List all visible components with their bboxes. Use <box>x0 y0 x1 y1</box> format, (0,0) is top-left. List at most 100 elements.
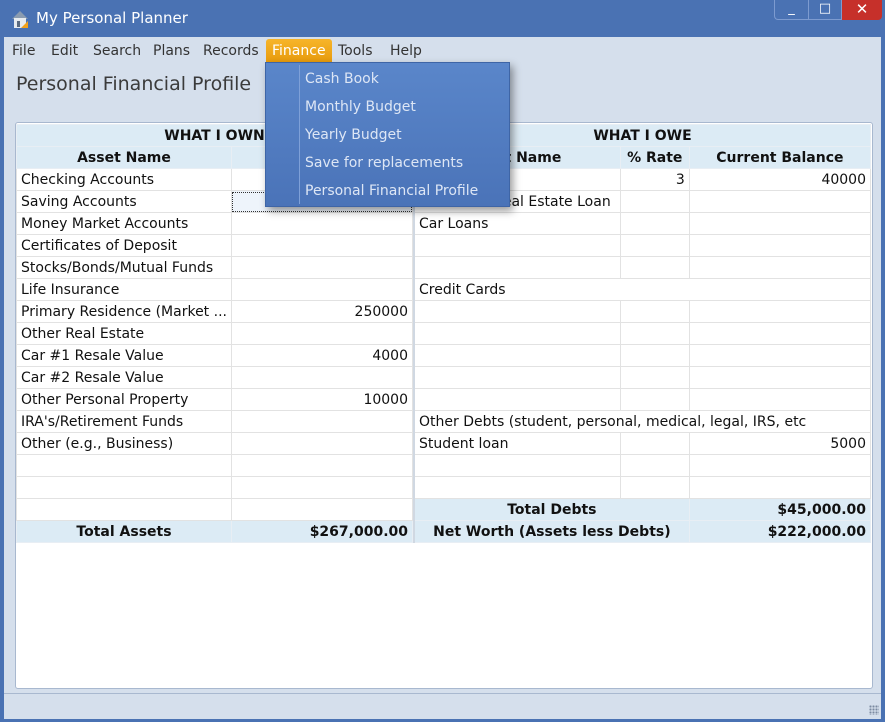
debt-balance-cell[interactable] <box>688 212 872 235</box>
menu-item-monthly-budget[interactable]: Monthly Budget <box>305 93 416 121</box>
status-bar <box>4 693 881 719</box>
menu-records[interactable]: Records <box>197 39 265 63</box>
asset-row: Car #1 Resale Value 4000 <box>16 344 414 367</box>
close-button[interactable]: ✕ <box>842 0 882 20</box>
menu-plans[interactable]: Plans <box>147 39 196 63</box>
debt-name-cell[interactable]: Car Loans <box>413 212 621 235</box>
asset-value-cell[interactable] <box>230 212 414 235</box>
menu-help[interactable]: Help <box>384 39 428 63</box>
resize-grip-icon[interactable] <box>869 705 879 715</box>
asset-value-cell[interactable] <box>230 498 414 521</box>
asset-row: Car #2 Resale Value <box>16 366 414 389</box>
asset-name-cell[interactable]: Car #2 Resale Value <box>16 366 232 389</box>
debt-rate-cell[interactable] <box>619 366 690 389</box>
asset-value-cell[interactable] <box>230 410 414 433</box>
asset-value-cell[interactable] <box>230 234 414 257</box>
debt-row <box>413 454 872 477</box>
debt-row <box>413 366 872 389</box>
debt-balance-cell[interactable]: 40000 <box>688 168 872 191</box>
debt-rate-cell[interactable] <box>619 256 690 279</box>
debt-balance-cell[interactable] <box>688 344 872 367</box>
asset-name-cell[interactable]: Car #1 Resale Value <box>16 344 232 367</box>
debt-rate-cell[interactable] <box>619 190 690 213</box>
debt-balance-cell[interactable] <box>688 454 872 477</box>
asset-value-cell[interactable]: 4000 <box>230 344 414 367</box>
asset-name-cell[interactable]: Stocks/Bonds/Mutual Funds <box>16 256 232 279</box>
debt-rate-cell[interactable]: 3 <box>619 168 690 191</box>
asset-value-cell[interactable] <box>230 322 414 345</box>
menu-tools[interactable]: Tools <box>332 39 379 63</box>
page-title: Personal Financial Profile <box>16 73 252 95</box>
debt-rate-cell[interactable] <box>619 388 690 411</box>
minimize-button[interactable]: _ <box>774 0 809 20</box>
asset-value-cell[interactable] <box>230 278 414 301</box>
asset-row <box>16 476 414 499</box>
asset-name-cell[interactable]: Primary Residence (Market ... <box>16 300 232 323</box>
menu-edit[interactable]: Edit <box>45 39 84 63</box>
debt-rate-cell[interactable] <box>619 234 690 257</box>
asset-name-cell[interactable]: Other Personal Property <box>16 388 232 411</box>
debt-row <box>413 300 872 323</box>
asset-row <box>16 498 414 521</box>
debt-name-cell[interactable] <box>413 256 621 279</box>
asset-value-cell[interactable]: 10000 <box>230 388 414 411</box>
debt-name-cell[interactable] <box>413 300 621 323</box>
asset-value-cell[interactable]: 250000 <box>230 300 414 323</box>
asset-name-cell[interactable]: Certificates of Deposit <box>16 234 232 257</box>
debt-rate-cell[interactable] <box>619 300 690 323</box>
menu-item-personal-financial-profile[interactable]: Personal Financial Profile <box>305 177 478 205</box>
menu-item-save-for-replacements[interactable]: Save for replacements <box>305 149 463 177</box>
debt-balance-cell[interactable] <box>688 234 872 257</box>
debt-name-cell[interactable]: Student loan <box>413 432 621 455</box>
asset-value-cell[interactable] <box>230 366 414 389</box>
debt-balance-cell[interactable] <box>688 190 872 213</box>
debt-name-cell[interactable] <box>413 344 621 367</box>
debt-name-cell[interactable] <box>413 366 621 389</box>
asset-value-cell[interactable] <box>230 432 414 455</box>
debt-rate-cell[interactable] <box>619 344 690 367</box>
window-title: My Personal Planner <box>36 9 188 27</box>
asset-row <box>16 454 414 477</box>
asset-name-cell[interactable]: Life Insurance <box>16 278 232 301</box>
debt-name-cell[interactable] <box>413 322 621 345</box>
asset-name-cell[interactable]: Saving Accounts <box>16 190 232 213</box>
asset-value-cell[interactable] <box>230 476 414 499</box>
debt-rate-cell[interactable] <box>619 432 690 455</box>
debt-rate-cell[interactable] <box>619 322 690 345</box>
debt-balance-cell[interactable] <box>688 322 872 345</box>
maximize-button[interactable]: □ <box>808 0 842 20</box>
debt-balance-cell[interactable] <box>688 256 872 279</box>
asset-name-cell[interactable]: Other Real Estate <box>16 322 232 345</box>
debt-name-cell[interactable] <box>413 476 621 499</box>
debt-name-cell[interactable] <box>413 454 621 477</box>
debt-rate-cell[interactable] <box>619 454 690 477</box>
debt-balance-cell[interactable] <box>688 366 872 389</box>
debt-balance-cell[interactable] <box>688 300 872 323</box>
debt-balance-cell[interactable] <box>688 476 872 499</box>
asset-name-cell[interactable] <box>16 498 232 521</box>
asset-name-cell[interactable] <box>16 476 232 499</box>
total-assets-value: $267,000.00 <box>230 520 414 543</box>
menu-finance[interactable]: Finance <box>266 39 332 63</box>
debt-rate-cell[interactable] <box>619 212 690 235</box>
debt-name-cell[interactable] <box>413 234 621 257</box>
asset-name-cell[interactable]: Other (e.g., Business) <box>16 432 232 455</box>
asset-name-cell[interactable]: Money Market Accounts <box>16 212 232 235</box>
asset-row: IRA's/Retirement Funds <box>16 410 414 433</box>
menu-search[interactable]: Search <box>87 39 147 63</box>
debt-balance-cell[interactable] <box>688 388 872 411</box>
asset-name-cell[interactable] <box>16 454 232 477</box>
asset-row: Primary Residence (Market ... 250000 <box>16 300 414 323</box>
debt-rate-cell[interactable] <box>619 476 690 499</box>
asset-name-cell[interactable]: IRA's/Retirement Funds <box>16 410 232 433</box>
asset-value-cell[interactable] <box>230 454 414 477</box>
asset-value-cell[interactable] <box>230 256 414 279</box>
menu-item-cash-book[interactable]: Cash Book <box>305 65 379 93</box>
total-assets-label: Total Assets <box>16 520 232 543</box>
menu-item-yearly-budget[interactable]: Yearly Budget <box>305 121 402 149</box>
debt-balance-cell[interactable]: 5000 <box>688 432 872 455</box>
asset-name-cell[interactable]: Checking Accounts <box>16 168 232 191</box>
debt-row <box>413 476 872 499</box>
debt-name-cell[interactable] <box>413 388 621 411</box>
menu-file[interactable]: File <box>6 39 41 63</box>
